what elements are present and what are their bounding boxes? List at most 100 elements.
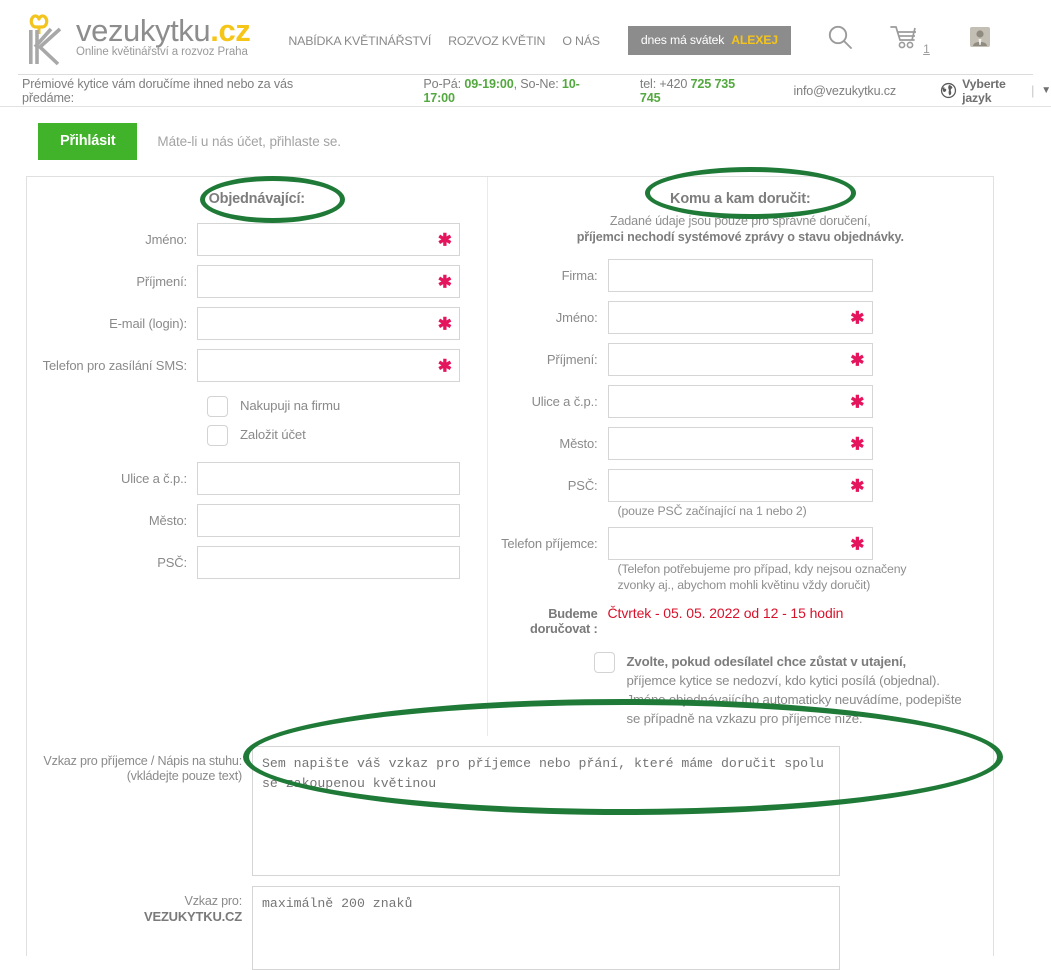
input-recipient-telefon[interactable] [607, 527, 873, 560]
shop-message-label-line1: Vzkaz pro: [184, 894, 243, 908]
recipient-title: Komu a kam doručit: [670, 191, 811, 207]
nav-item-nabidka[interactable]: NABÍDKA KVĚTINÁŘSTVÍ [288, 34, 431, 48]
recipient-message-textarea[interactable] [252, 746, 840, 876]
shop-message-row: Vzkaz pro: VEZUKYTKU.CZ [27, 886, 993, 970]
input-orderer-prijmeni[interactable] [197, 265, 460, 298]
anonymous-line1: Zvolte, pokud odesílatel chce zůstat v u… [626, 654, 907, 669]
label-orderer-email: E-mail (login): [109, 316, 187, 331]
input-orderer-ulice[interactable] [197, 462, 460, 495]
input-recipient-ulice[interactable] [607, 385, 873, 418]
checkbox-row-anonymous[interactable]: Zvolte, pokud odesílatel chce zůstat v u… [593, 652, 993, 728]
checkout-form-panel: Objednávající: Jméno: ✱ Příjmení: ✱ E-ma… [26, 176, 994, 970]
delivery-slot-value: Čtvrtek - 05. 05. 2022 od 12 - 15 hodin [607, 605, 844, 621]
anonymous-line2: příjemce kytice se nedozví, kdo kytici p… [626, 673, 940, 688]
shop-message-textarea[interactable] [252, 886, 840, 970]
phone-hint-line2: zvonky aj., abychom mohli květinu vždy d… [617, 578, 871, 592]
info-slogan: Prémiové kytice vám doručíme ihned nebo … [22, 76, 293, 105]
delivery-slot-row: Budeme doručovat : Čtvrtek - 05. 05. 202… [488, 605, 993, 636]
phone-info[interactable]: tel: +420 725 735 745 [640, 77, 746, 105]
logo-tagline: Online květinářství a rozvoz Praha [76, 45, 248, 58]
label-recipient-prijmeni: Příjmení: [546, 352, 598, 367]
label-orderer-prijmeni: Příjmení: [136, 274, 187, 289]
anonymous-line4: se případně na vzkazu pro příjemce níže. [626, 711, 863, 726]
language-label[interactable]: Vyberte jazyk [962, 77, 1024, 105]
input-orderer-email[interactable] [197, 307, 460, 340]
field-row-orderer-prijmeni: Příjmení: ✱ [27, 265, 487, 298]
label-anonymous-sender: Zvolte, pokud odesílatel chce zůstat v u… [627, 652, 962, 728]
phone-hint-line1: (Telefon potřebujeme pro případ, kdy nej… [617, 562, 907, 576]
logo-word-main: vezukytku [76, 12, 211, 48]
checkbox-zalozit-ucet[interactable] [207, 425, 228, 446]
field-row-orderer-email: E-mail (login): ✱ [27, 307, 487, 340]
label-recipient-mesto: Město: [559, 436, 598, 451]
login-button[interactable]: Přihlásit [38, 123, 138, 160]
logo-wordmark: vezukytku.cz [76, 12, 251, 48]
recipient-note-line2: příjemci nechodí systémové zprávy o stav… [576, 230, 904, 244]
anonymous-line3: Jméno objednávajícího automaticky neuvád… [626, 692, 962, 707]
input-recipient-prijmeni[interactable] [607, 343, 873, 376]
hours-weekend-label: So-Ne: [520, 76, 559, 91]
checkbox-anonymous-sender[interactable] [593, 652, 615, 673]
recipient-note: Zadané údaje jsou pouze pro správné doru… [488, 213, 993, 245]
logo-word-tld: .cz [210, 12, 251, 48]
checkbox-row-zalozit-ucet[interactable]: Založit účet [27, 425, 487, 446]
globe-icon [940, 82, 957, 99]
input-orderer-psc[interactable] [197, 546, 460, 579]
label-recipient-jmeno: Jméno: [555, 310, 598, 325]
field-row-orderer-telefon: Telefon pro zasílání SMS: ✱ [27, 349, 487, 382]
checkbox-nakupuji-na-firmu[interactable] [207, 396, 228, 417]
field-row-recipient-ulice: Ulice a č.p.: ✱ [488, 385, 993, 418]
site-logo[interactable]: vezukytku.cz Online květinářství a rozvo… [18, 10, 251, 66]
nav-item-rozvoz[interactable]: ROZVOZ KVĚTIN [448, 34, 545, 48]
orderer-column: Objednávající: Jméno: ✱ Příjmení: ✱ E-ma… [27, 177, 487, 736]
label-orderer-mesto: Město: [148, 513, 187, 528]
label-orderer-telefon: Telefon pro zasílání SMS: [42, 358, 188, 373]
field-row-orderer-ulice: Ulice a č.p.: [27, 462, 487, 495]
field-row-orderer-psc: PSČ: [27, 546, 487, 579]
input-recipient-psc[interactable] [607, 469, 873, 502]
recipient-message-label-line2: (vkládejte pouze text) [126, 769, 243, 783]
field-row-recipient-telefon: Telefon příjemce: ✱ [488, 527, 993, 560]
shop-message-label: Vzkaz pro: VEZUKYTKU.CZ [27, 886, 252, 924]
label-recipient-psc: PSČ: [567, 478, 598, 493]
input-recipient-jmeno[interactable] [607, 301, 873, 334]
hours-weekday-label: Po-Pá: [423, 76, 461, 91]
orderer-title: Objednávající: [208, 191, 306, 207]
login-note: Máte-li u nás účet, přihlaste se. [157, 134, 341, 149]
nameday-badge: dnes má svátek ALEXEJ [627, 26, 791, 55]
opening-hours: Po-Pá: 09-19:00, So-Ne: 10-17:00 [423, 76, 580, 105]
input-orderer-telefon[interactable] [197, 349, 460, 382]
field-row-recipient-jmeno: Jméno: ✱ [488, 301, 993, 334]
recipient-message-label: Vzkaz pro příjemce / Nápis na stuhu: (vk… [27, 746, 252, 784]
cart-icon[interactable]: 1 [889, 24, 930, 56]
input-orderer-jmeno[interactable] [197, 223, 460, 256]
shop-message-label-brand: VEZUKYTKU.CZ [144, 909, 242, 924]
recipient-note-line1: Zadané údaje jsou pouze pro správné doru… [609, 214, 871, 228]
checkbox-row-nakupuji-na-firmu[interactable]: Nakupuji na firmu [27, 396, 487, 417]
user-icon[interactable] [967, 24, 993, 55]
label-recipient-telefon: Telefon příjemce: [501, 536, 598, 551]
logo-k-tulip-icon [18, 13, 74, 66]
phone-label: tel: +420 [639, 76, 688, 91]
header-divider [18, 74, 1033, 75]
chevron-down-icon[interactable]: ▼ [1041, 85, 1051, 96]
field-row-orderer-jmeno: Jméno: ✱ [27, 223, 487, 256]
cart-item-count[interactable]: 1 [923, 42, 930, 56]
label-orderer-ulice: Ulice a č.p.: [121, 471, 187, 486]
label-zalozit-ucet: Založit účet [240, 427, 306, 442]
search-icon[interactable] [827, 24, 853, 55]
input-recipient-firma[interactable] [607, 259, 873, 292]
language-divider: | [1031, 83, 1035, 98]
recipient-message-row: Vzkaz pro příjemce / Nápis na stuhu: (vk… [27, 746, 993, 876]
label-recipient-firma: Firma: [561, 268, 598, 283]
phone-hint: (Telefon potřebujeme pro případ, kdy nej… [618, 561, 993, 593]
field-row-recipient-firma: Firma: [488, 259, 993, 292]
input-orderer-mesto[interactable] [197, 504, 460, 537]
input-recipient-mesto[interactable] [607, 427, 873, 460]
language-selector[interactable]: Vyberte jazyk | ▼ [940, 77, 1051, 105]
hours-weekday-value: 09-19:00 [464, 76, 514, 91]
label-nakupuji-na-firmu: Nakupuji na firmu [240, 398, 341, 413]
email-link[interactable]: info@vezukytku.cz [793, 84, 896, 98]
nav-item-o-nas[interactable]: O NÁS [562, 34, 600, 48]
info-bar: Prémiové kytice vám doručíme ihned nebo … [0, 75, 1051, 107]
